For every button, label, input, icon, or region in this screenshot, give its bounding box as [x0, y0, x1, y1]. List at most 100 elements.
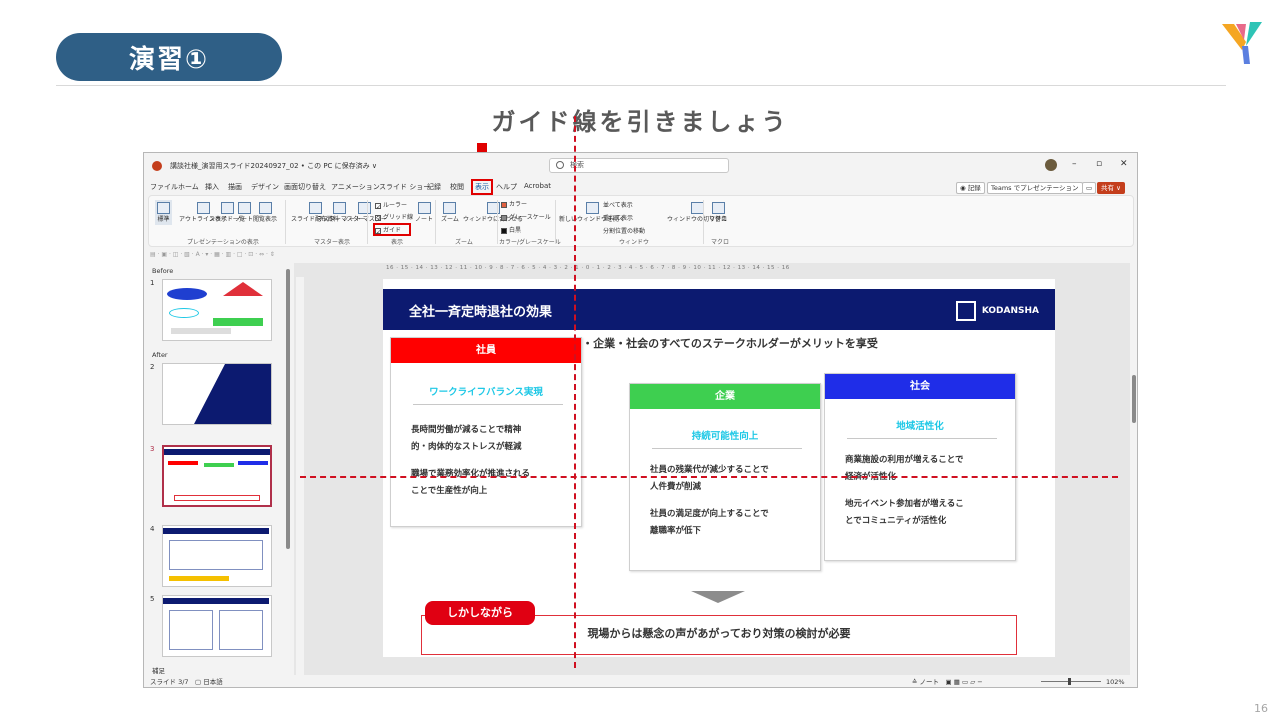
card-text-line: 商業施設の利用が増えることで	[845, 455, 964, 465]
thumb-shape	[174, 495, 260, 501]
notes-page-icon	[237, 202, 251, 214]
gridlines-checkbox[interactable]: グリッド線	[375, 212, 413, 221]
card-subheading: ワークライフバランス実現	[429, 387, 543, 398]
slide-page: 演習① ガイド線を引きましょう 講談社様_演習用スライド20240927_02 …	[0, 0, 1280, 720]
thumb-shape	[169, 308, 199, 318]
kodansha-logo-icon	[955, 301, 976, 321]
tab-record[interactable]: 記録	[427, 182, 441, 192]
tab-animations[interactable]: アニメーション	[331, 182, 380, 192]
horizontal-ruler[interactable]: 16 · 15 · 14 · 13 · 12 · 11 · 10 · 9 · 8…	[386, 265, 1054, 275]
tab-acrobat[interactable]: Acrobat	[524, 182, 551, 190]
card-subheading: 持続可能性向上	[691, 431, 759, 442]
thumbnails-scrollbar[interactable]	[286, 269, 290, 549]
tab-help[interactable]: ヘルプ	[496, 182, 517, 192]
notes-master-icon	[358, 202, 372, 214]
tab-view[interactable]: 表示	[471, 179, 493, 195]
thumb-shape	[204, 463, 234, 467]
search-icon	[556, 161, 564, 169]
card-divider	[652, 448, 802, 449]
thumbnail-slide-1[interactable]	[162, 279, 272, 341]
tab-file[interactable]: ファイル	[150, 182, 178, 192]
ruler-checkbox[interactable]: ✓ ルーラー	[375, 200, 407, 211]
current-slide[interactable]: 全社一斉定時退社の効果 KODANSHA 社員・企業・社会のすべてのステークホル…	[383, 279, 1055, 657]
card-text-line: 職場で業務効率化が推進される	[411, 469, 531, 479]
slide-counter: スライド 3/7 ▢ 日本語	[150, 678, 223, 686]
show-notes-button[interactable]: ノート	[415, 202, 433, 223]
page-number: 16	[1254, 702, 1268, 715]
grayscale-icon	[501, 214, 507, 221]
checkbox-checked-icon: ✓	[375, 202, 382, 211]
zoom-level[interactable]: 102%	[1106, 675, 1125, 687]
canvas-scrollbar[interactable]	[1130, 263, 1137, 675]
sorter-view-status-icon[interactable]: ▦	[954, 678, 960, 686]
card-employee[interactable]: 社員 ワークライフバランス実現 長時間労働が減ることで精神 的・肉体的なストレス…	[390, 337, 582, 527]
tab-review[interactable]: 校閲	[450, 182, 464, 192]
cascade-button[interactable]: 重ねて表示	[603, 213, 633, 222]
accessibility-icon[interactable]: ▢	[195, 678, 201, 686]
reading-view-status-icon[interactable]: ▭	[962, 678, 968, 686]
thumb-shape	[238, 461, 268, 465]
tab-design[interactable]: デザイン	[251, 182, 279, 192]
however-tag: しかしながら	[425, 601, 535, 625]
section-before[interactable]: Before	[152, 267, 173, 275]
normal-view-status-icon[interactable]: ▣	[946, 678, 952, 686]
close-icon[interactable]: ✕	[1120, 159, 1128, 169]
section-after[interactable]: After	[152, 351, 168, 359]
black-white-button[interactable]: 白黒	[501, 225, 521, 234]
slide-header-bar: 全社一斉定時退社の効果 KODANSHA	[383, 289, 1055, 330]
group-label-macro: マクロ	[711, 239, 730, 246]
teams-present-button[interactable]: Teams でプレゼンテーション	[987, 182, 1083, 194]
record-button[interactable]: ◉ 記録	[956, 182, 985, 194]
tab-slideshow[interactable]: スライド ショー	[379, 182, 430, 192]
scrollbar-thumb[interactable]	[1132, 375, 1136, 423]
comments-icon[interactable]: ▭	[1082, 182, 1097, 194]
grayscale-button[interactable]: グレースケール	[501, 212, 551, 221]
ribbon-separator	[285, 200, 286, 244]
macro-button[interactable]: マクロ	[709, 202, 727, 223]
share-button[interactable]: 共有 ∨	[1097, 182, 1125, 194]
document-title[interactable]: 講談社様_演習用スライド20240927_02 • この PC に保存済み ∨	[170, 161, 377, 171]
zoom-icon	[443, 202, 457, 214]
card-society[interactable]: 社会 地域活性化 商業施設の利用が増えることで 経済が活性化 地元イベント参加者…	[824, 373, 1016, 561]
move-split-button[interactable]: 分割位置の移動	[603, 226, 645, 235]
minimize-icon[interactable]: –	[1072, 159, 1077, 169]
card-header: 企業	[630, 384, 820, 409]
search-input[interactable]: 検索	[549, 158, 729, 173]
thumbnail-slide-3[interactable]	[162, 445, 272, 507]
thumbnail-slide-2[interactable]	[162, 363, 272, 425]
section-supplement[interactable]: 補足	[152, 665, 165, 675]
slideshow-status-icon[interactable]: ▱	[970, 678, 975, 686]
maximize-icon[interactable]: ▫	[1096, 159, 1102, 169]
tab-draw[interactable]: 描画	[228, 182, 242, 192]
avatar[interactable]	[1045, 159, 1057, 171]
powerpoint-icon	[152, 161, 162, 171]
card-text-line: 社員の満足度が向上することで	[650, 509, 769, 519]
color-button[interactable]: カラー	[501, 199, 527, 208]
zoom-button[interactable]: ズーム	[441, 202, 459, 223]
new-window-icon	[585, 202, 599, 214]
zoom-slider-knob[interactable]	[1068, 678, 1071, 685]
tab-home[interactable]: ホーム	[178, 182, 199, 192]
switch-window-icon	[690, 202, 704, 214]
tab-transitions[interactable]: 画面切り替え	[284, 182, 326, 192]
ribbon-separator	[555, 200, 556, 244]
guides-highlight	[373, 223, 411, 236]
card-text-line: 的・肉体的なストレスが軽減	[411, 442, 522, 452]
tab-insert[interactable]: 挿入	[205, 182, 219, 192]
vertical-guide-line[interactable]	[574, 116, 576, 668]
view-notes-button[interactable]: ノート	[235, 202, 253, 223]
search-placeholder: 検索	[570, 161, 584, 169]
zoom-slider[interactable]	[1041, 681, 1101, 682]
notes-toggle[interactable]: ≙ ノート ▣ ▦ ▭ ▱ −	[912, 675, 983, 687]
horizontal-guide-line[interactable]	[300, 476, 1118, 478]
company-logo-icon	[1222, 22, 1262, 64]
thumbnail-slide-4[interactable]	[162, 525, 272, 587]
page-title: 演習①	[56, 33, 282, 81]
view-reading-button[interactable]: 閲覧表示	[253, 202, 277, 223]
thumb-shape	[168, 461, 198, 465]
status-bar: スライド 3/7 ▢ 日本語 ≙ ノート ▣ ▦ ▭ ▱ − 102%	[144, 675, 1137, 687]
view-normal-button[interactable]: 標準	[155, 200, 172, 225]
thumbnail-slide-5[interactable]	[162, 595, 272, 657]
arrange-all-button[interactable]: 並べて表示	[603, 200, 633, 209]
thumb-shape	[219, 610, 263, 650]
